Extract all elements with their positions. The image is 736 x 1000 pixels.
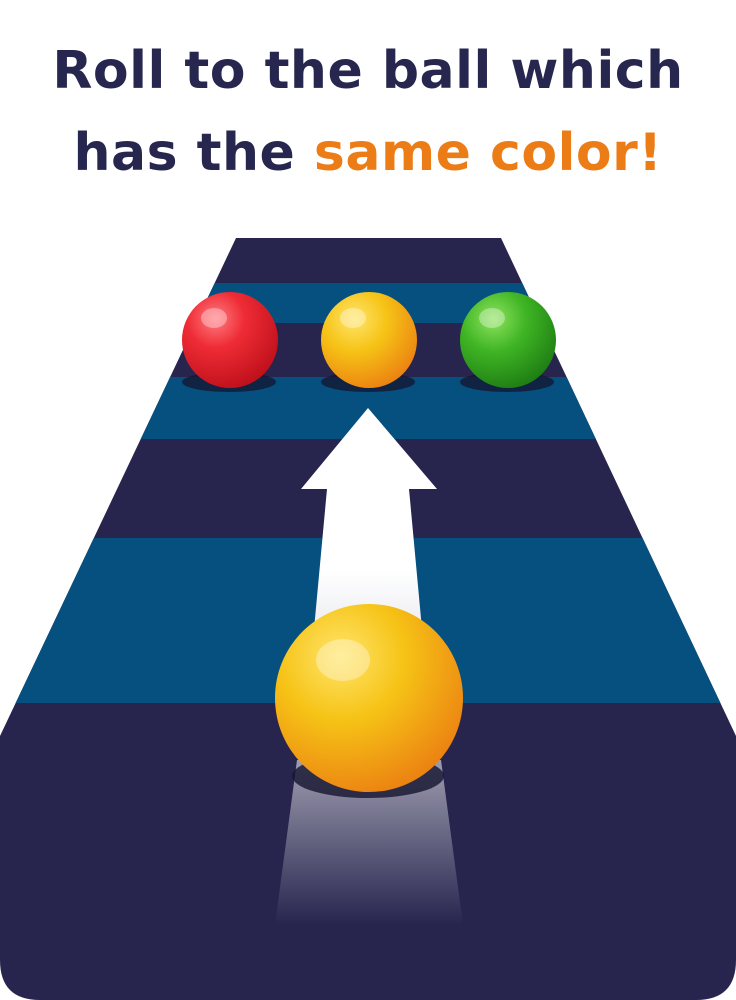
target-ball-red [182, 292, 278, 392]
target-ball-yellow [321, 292, 417, 392]
player-ball[interactable] [275, 604, 463, 798]
green-ball [460, 292, 556, 388]
ball-highlight [316, 639, 370, 681]
target-ball-green [460, 292, 556, 392]
ball-highlight [479, 308, 505, 328]
ball-highlight [340, 308, 366, 328]
red-ball [182, 292, 278, 388]
yellow-ball [275, 604, 463, 792]
ball-highlight [201, 308, 227, 328]
game-scene [0, 238, 736, 1000]
yellow-ball [321, 292, 417, 388]
